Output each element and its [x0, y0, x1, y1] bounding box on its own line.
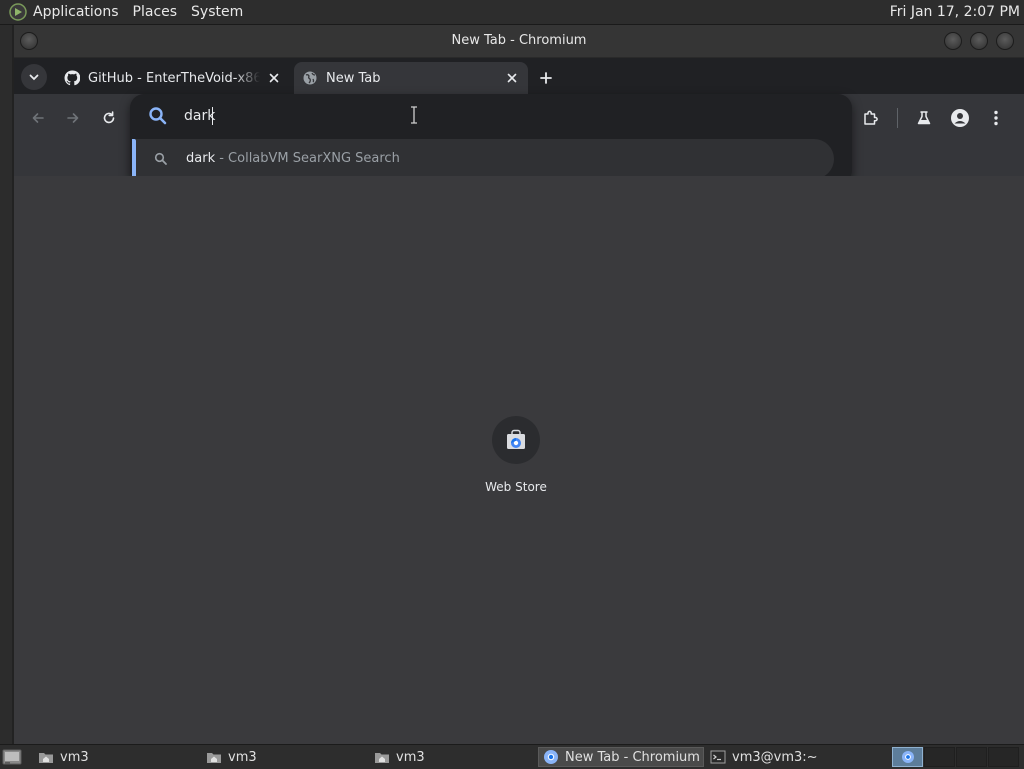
suggestion-query: dark [186, 151, 216, 166]
kebab-menu-icon [994, 110, 998, 126]
plus-icon [540, 72, 552, 84]
chromium-icon [902, 751, 914, 763]
labs-button[interactable] [910, 104, 938, 132]
taskbar-item-chromium[interactable]: New Tab - Chromium [538, 747, 704, 767]
system-menu[interactable]: System [191, 4, 243, 20]
show-desktop-icon[interactable] [2, 747, 22, 767]
new-tab-page: Web Store [14, 176, 1024, 744]
extensions-button[interactable] [857, 104, 885, 132]
chromium-icon [544, 750, 558, 764]
folder-home-icon [39, 753, 53, 763]
github-icon [64, 70, 80, 86]
tab-title: New Tab [326, 70, 381, 86]
folder-home-icon [375, 753, 389, 763]
arrow-left-icon [32, 113, 44, 123]
browser-window: New Tab - Chromium GitHub - EnterTheVoid… [12, 25, 1024, 744]
places-menu[interactable]: Places [133, 4, 178, 20]
omnibox-popup: dark - CollabVM SearXNG Search [130, 94, 852, 184]
tab-new-tab[interactable]: New Tab [294, 62, 528, 94]
profile-button[interactable] [946, 104, 974, 132]
globe-icon [303, 71, 317, 85]
ibeam-cursor-icon [411, 106, 417, 124]
back-button[interactable] [24, 104, 52, 132]
reload-icon [103, 111, 115, 124]
taskbar-item-label: vm3 [396, 749, 425, 765]
shortcut-tile [492, 416, 540, 464]
toolbar-separator [897, 108, 898, 128]
tab-close-button[interactable] [502, 68, 522, 88]
close-icon [269, 73, 279, 83]
tab-github[interactable]: GitHub - EnterTheVoid-x86/ [56, 62, 290, 94]
chevron-down-icon [29, 74, 39, 81]
forward-button[interactable] [59, 104, 87, 132]
folder-home-icon [207, 753, 221, 763]
workspace-3[interactable] [956, 747, 987, 767]
arrow-right-icon [67, 113, 79, 123]
address-bar-input[interactable] [184, 104, 784, 128]
taskbar-item-label: vm3 [60, 749, 89, 765]
flask-icon [917, 111, 931, 125]
taskbar-item-label: vm3@vm3:~ [732, 749, 818, 765]
taskbar-item-label: vm3 [228, 749, 257, 765]
workspace-1[interactable] [892, 747, 923, 767]
new-tab-button[interactable] [534, 66, 558, 90]
selection-indicator [132, 139, 136, 179]
distro-logo-icon[interactable] [9, 3, 27, 21]
shortcut-label: Web Store [485, 480, 547, 494]
close-window-button[interactable] [996, 32, 1014, 50]
web-store-icon [507, 429, 525, 449]
terminal-icon [710, 750, 726, 764]
tab-title: GitHub - EnterTheVoid-x86/ [88, 70, 260, 86]
top-panel: Applications Places System Fri Jan 17, 2… [0, 0, 1024, 25]
taskbar-item[interactable]: vm3 [370, 747, 536, 767]
close-icon [507, 73, 517, 83]
profile-icon [951, 109, 969, 127]
clock[interactable]: Fri Jan 17, 2:07 PM [890, 0, 1020, 24]
search-icon [149, 107, 167, 125]
taskbar-item[interactable]: vm3 [34, 747, 200, 767]
bottom-panel: vm3 vm3 vm3 New Tab - Chromium vm3@vm3:~ [0, 744, 1024, 769]
minimize-button[interactable] [944, 32, 962, 50]
suggestion-provider: - CollabVM SearXNG Search [215, 151, 400, 166]
window-titlebar[interactable]: New Tab - Chromium [14, 25, 1024, 58]
taskbar-item-terminal[interactable]: vm3@vm3:~ [706, 747, 872, 767]
tab-strip: GitHub - EnterTheVoid-x86/ New Tab [14, 58, 1024, 94]
puzzle-icon [864, 110, 878, 125]
window-title: New Tab - Chromium [451, 33, 587, 48]
workspace-2[interactable] [924, 747, 955, 767]
omnibox-suggestion[interactable]: dark - CollabVM SearXNG Search [132, 139, 834, 179]
maximize-button[interactable] [970, 32, 988, 50]
menu-button[interactable] [982, 104, 1010, 132]
reload-button[interactable] [95, 104, 123, 132]
taskbar-item-label: New Tab - Chromium [565, 749, 700, 765]
shortcut-web-store[interactable]: Web Store [472, 412, 560, 500]
applications-menu[interactable]: Applications [33, 4, 119, 20]
workspace-4[interactable] [988, 747, 1019, 767]
suggestion-text: dark - CollabVM SearXNG Search [186, 139, 400, 179]
search-icon [154, 152, 167, 165]
text-caret [212, 107, 213, 125]
tab-close-button[interactable] [264, 68, 284, 88]
taskbar-item[interactable]: vm3 [202, 747, 368, 767]
tab-search-button[interactable] [21, 64, 47, 90]
toolbar: dark - CollabVM SearXNG Search [14, 94, 1024, 184]
